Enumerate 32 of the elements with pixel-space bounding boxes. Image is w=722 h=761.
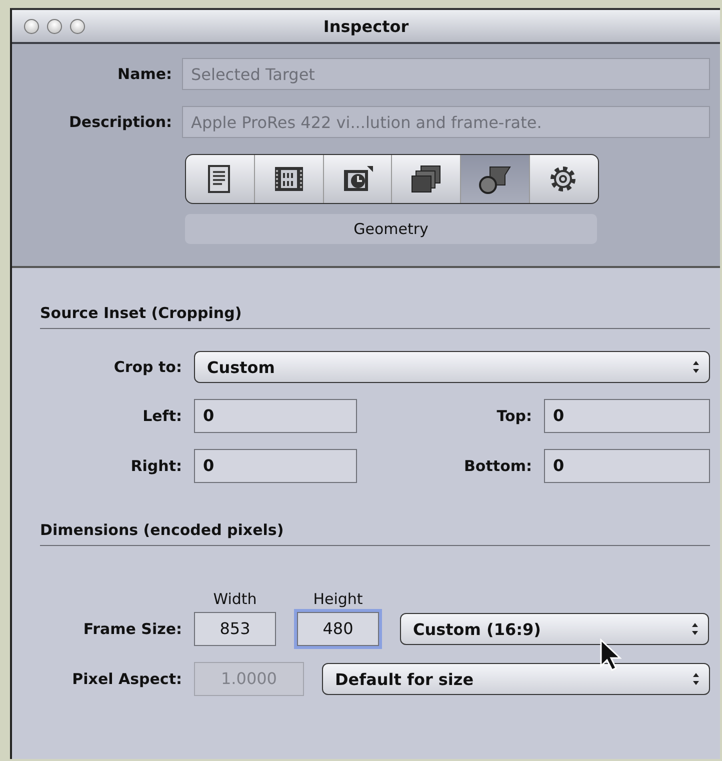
field-label: Name: [116, 65, 173, 83]
minimize-button[interactable] [47, 18, 62, 34]
number-field[interactable]: 0 [544, 399, 710, 433]
frame-size-popup[interactable]: Custom (16:9) [400, 613, 709, 645]
mouse-pointer-icon [598, 638, 624, 672]
number-field[interactable]: 853 [194, 612, 276, 646]
field-label: Top: [496, 407, 532, 425]
section-heading: Dimensions (encoded pixels) [40, 521, 710, 546]
popup-arrows-icon [691, 671, 701, 687]
section-heading: Source Inset (Cropping) [40, 304, 710, 329]
field-label: Bottom: [462, 457, 532, 475]
field-label: Crop to: [112, 358, 183, 376]
field-label: Frame Size: [82, 620, 183, 638]
crop-to-popup[interactable]: Custom [194, 351, 710, 383]
popup-arrows-icon [691, 359, 701, 375]
panel-title: Geometry [185, 214, 597, 244]
field-label: Pixel Aspect: [71, 670, 183, 688]
column-label: Height [312, 590, 364, 608]
popup-arrows-icon [690, 621, 700, 637]
number-field[interactable]: 0 [194, 449, 357, 483]
zoom-button[interactable] [70, 18, 85, 34]
field-label: Left: [142, 407, 182, 425]
column-label: Width [212, 590, 258, 608]
number-field[interactable]: 0 [194, 399, 357, 433]
field-label: Description: [68, 113, 173, 131]
window-title: Inspector [323, 16, 409, 36]
close-button[interactable] [24, 18, 39, 34]
inspector-tab[interactable] [461, 155, 530, 203]
number-field[interactable]: 0 [544, 449, 710, 483]
layers-icon [409, 163, 444, 195]
number-field[interactable]: 480 [297, 612, 379, 646]
field-label: Right: [130, 457, 182, 475]
